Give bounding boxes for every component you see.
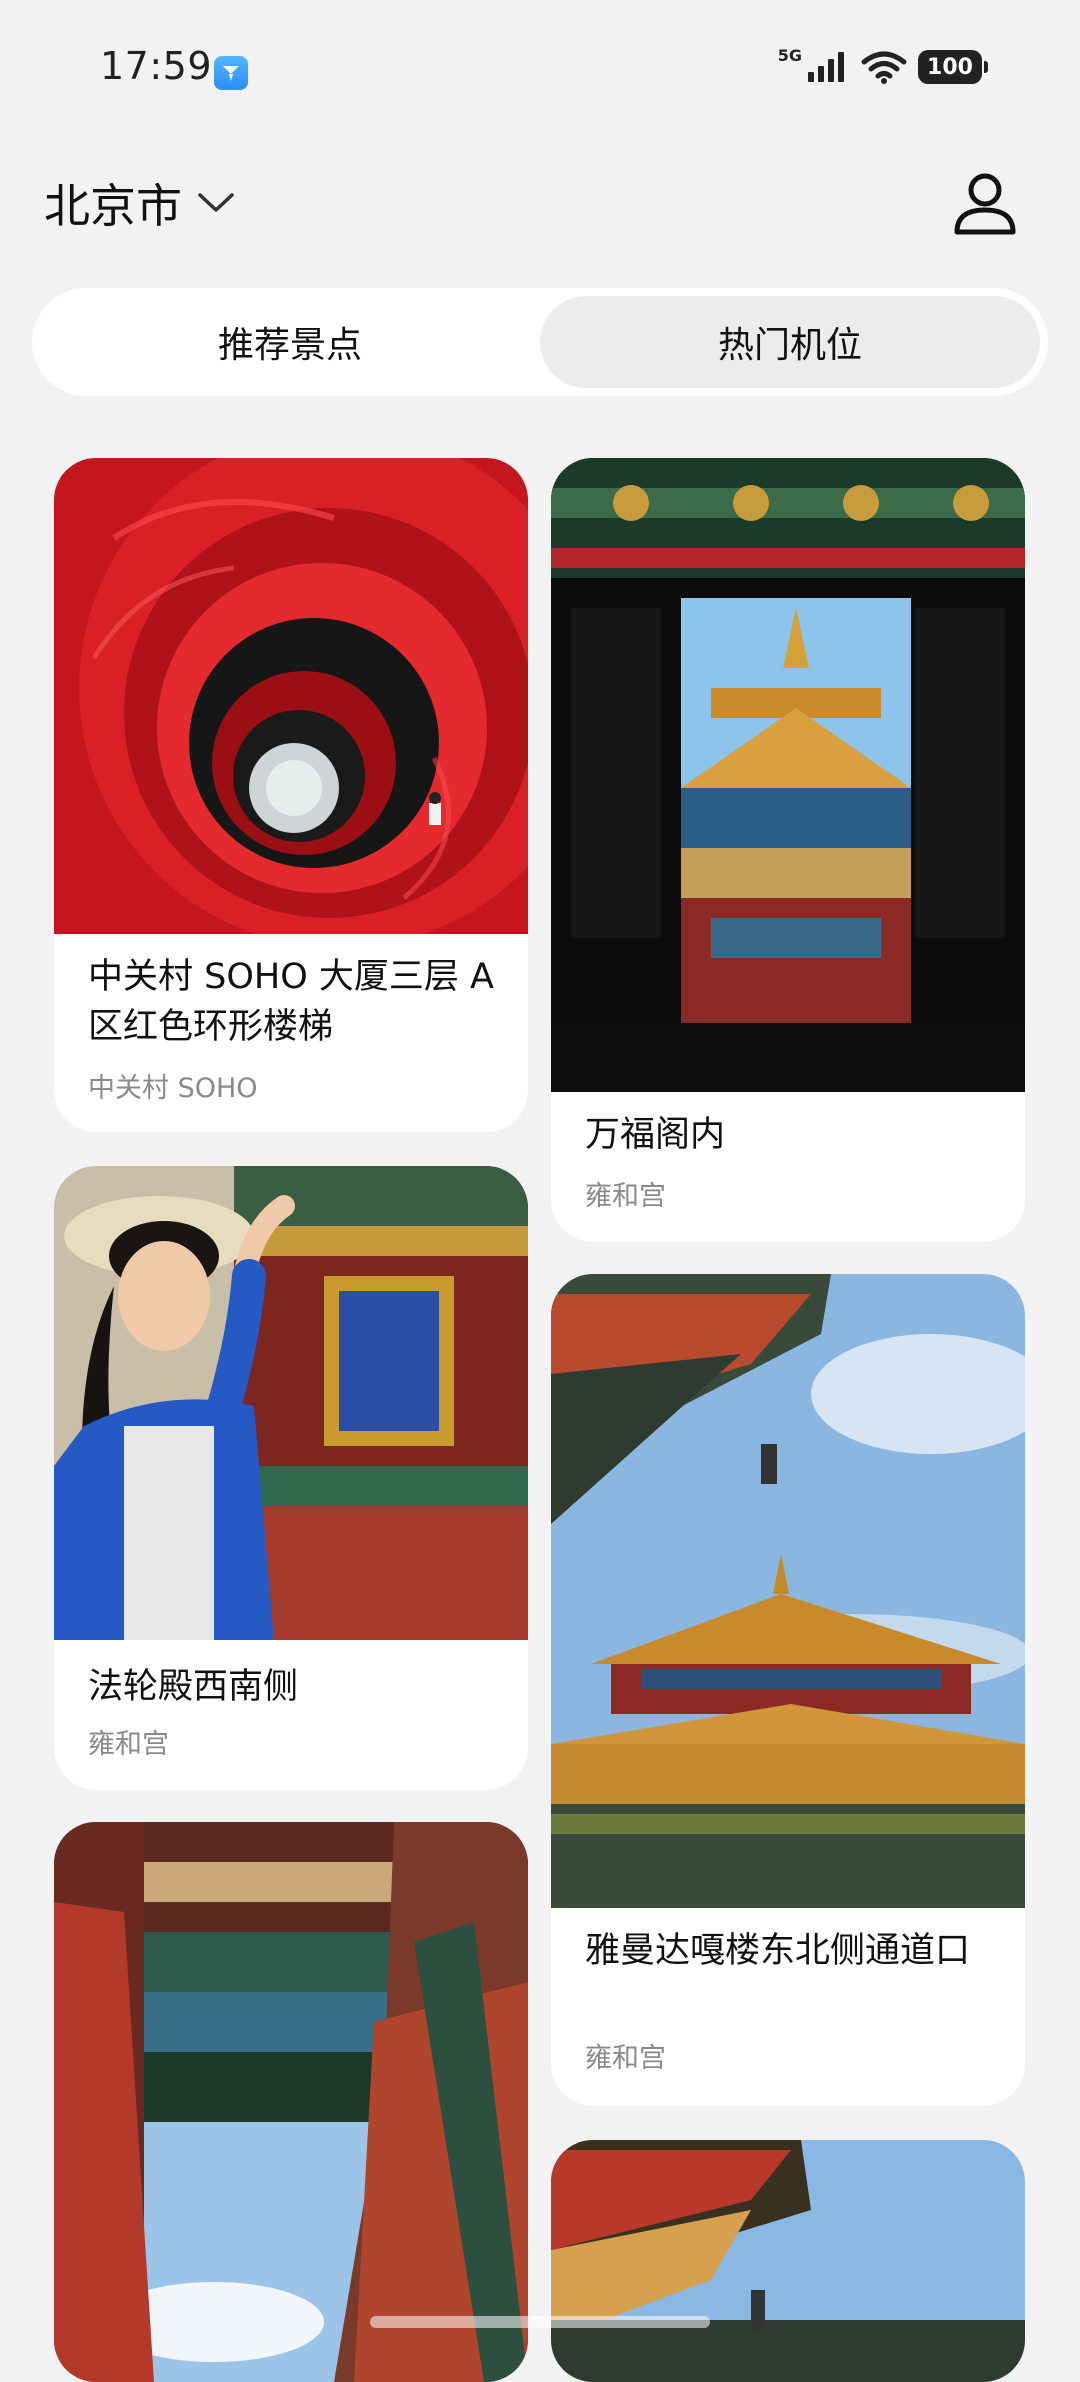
spot-title: 中关村 SOHO 大厦三层 A 区红色环形楼梯 xyxy=(88,957,494,1047)
spot-title: 万福阁内 xyxy=(585,1115,726,1155)
tab-bar: 推荐景点 热门机位 xyxy=(32,288,1048,396)
spot-title: 雅曼达嘎楼东北侧通道口 xyxy=(585,1931,971,1971)
spot-card[interactable] xyxy=(54,1822,528,2382)
spot-card[interactable]: 万福阁内 雍和宫 xyxy=(551,458,1025,1242)
status-indicators: 5G 100 xyxy=(778,46,988,84)
spot-photo xyxy=(54,458,528,934)
city-name: 北京市 xyxy=(44,179,182,233)
spot-title: 法轮殿西南侧 xyxy=(88,1667,299,1707)
tab-recommended-spots[interactable]: 推荐景点 xyxy=(40,296,540,388)
status-time: 17:59 xyxy=(100,44,213,88)
spot-card[interactable] xyxy=(551,2140,1025,2382)
spot-location: 雍和宫 xyxy=(88,1729,169,1760)
tab-popular-photo-spots[interactable]: 热门机位 xyxy=(540,296,1040,388)
city-selector[interactable]: 北京市 xyxy=(44,170,236,236)
network-type: 5G xyxy=(777,45,802,65)
weather-app-icon xyxy=(214,56,248,90)
signal-icon xyxy=(808,52,844,82)
spot-card[interactable]: 中关村 SOHO 大厦三层 A 区红色环形楼梯 中关村 SOHO xyxy=(54,458,528,1132)
chevron-down-icon xyxy=(198,193,234,212)
user-profile-icon xyxy=(954,173,1016,235)
wifi-icon xyxy=(861,51,907,84)
spot-photo xyxy=(551,2140,1025,2382)
profile-button[interactable] xyxy=(950,168,1020,238)
header: 北京市 xyxy=(0,160,1080,250)
spot-location: 中关村 SOHO xyxy=(88,1073,258,1104)
spot-photo xyxy=(551,1274,1025,1908)
spot-photo xyxy=(551,458,1025,1092)
spot-card[interactable]: 雅曼达嘎楼东北侧通道口 雍和宫 xyxy=(551,1274,1025,2106)
spot-location: 雍和宫 xyxy=(585,2043,666,2074)
battery-indicator: 100 xyxy=(918,50,988,84)
spot-location: 雍和宫 xyxy=(585,1181,666,1212)
status-bar: 17:59 5G 100 xyxy=(0,0,1080,120)
spot-photo xyxy=(54,1822,528,2382)
spot-card[interactable]: 法轮殿西南侧 雍和宫 xyxy=(54,1166,528,1790)
home-indicator[interactable] xyxy=(370,2316,710,2328)
spot-photo xyxy=(54,1166,528,1640)
